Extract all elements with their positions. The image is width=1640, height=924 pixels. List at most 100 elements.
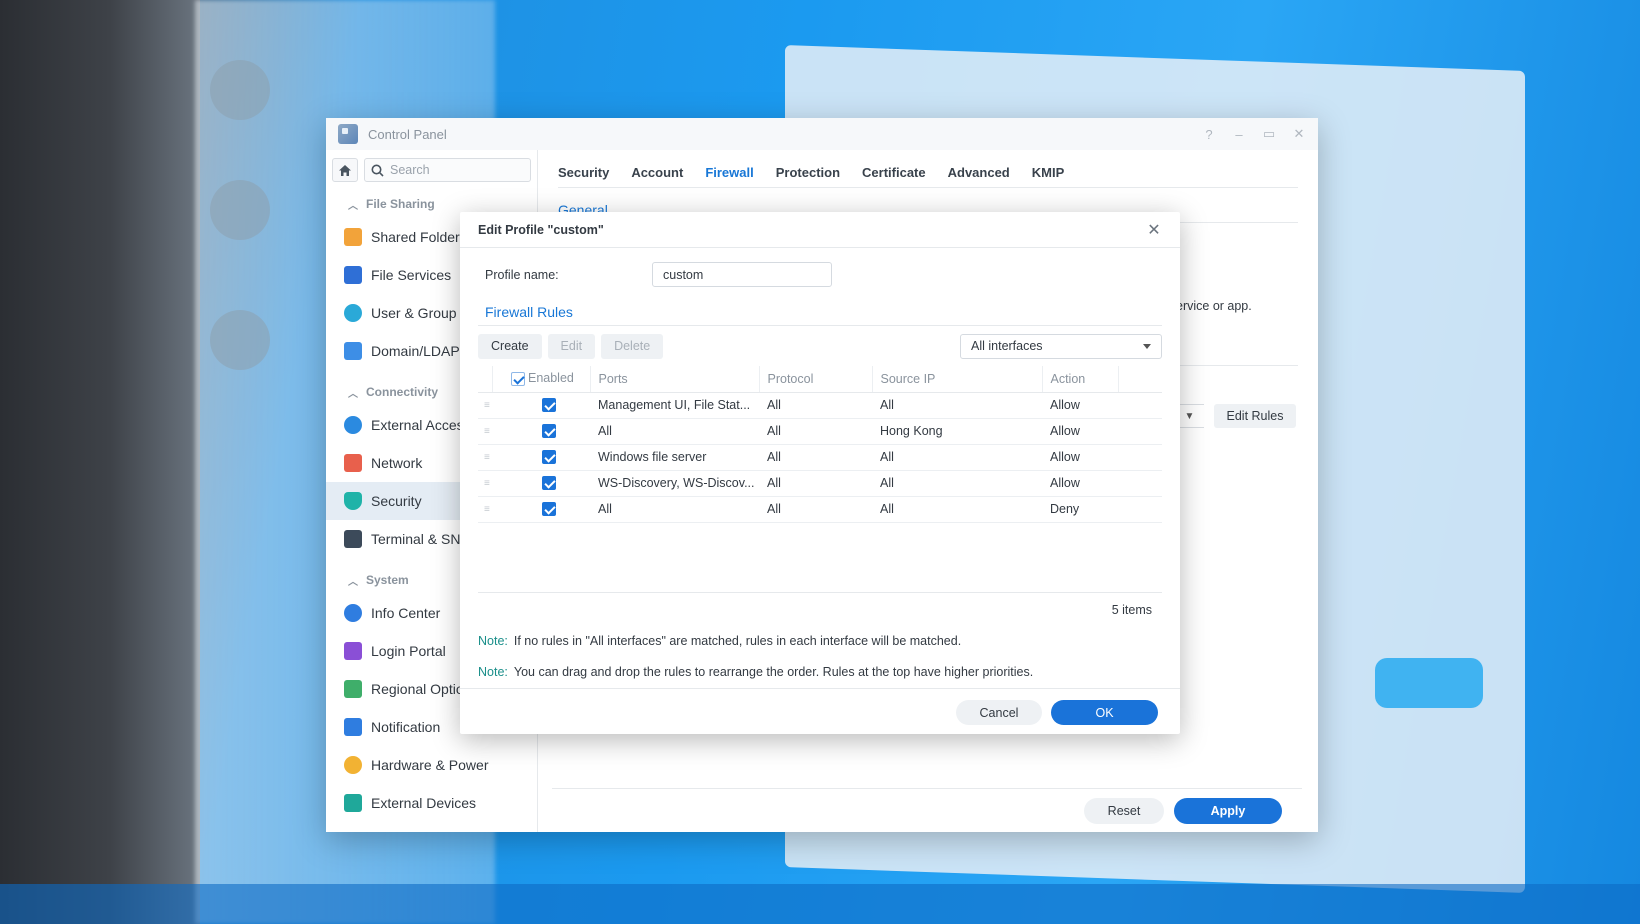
apply-button[interactable]: Apply: [1174, 798, 1282, 824]
note-label: Note:: [478, 665, 508, 679]
table-header-row: Enabled Ports Protocol Source IP Action: [478, 366, 1162, 393]
rule-enabled-checkbox[interactable]: [542, 424, 556, 439]
table-row[interactable]: ≡ Windows file server All All Allow: [478, 444, 1162, 471]
spacer-column-header: [1118, 366, 1162, 393]
minimize-icon[interactable]: –: [1232, 127, 1246, 142]
drag-handle-icon[interactable]: ≡: [478, 392, 492, 419]
ok-button[interactable]: OK: [1051, 700, 1158, 725]
search-input[interactable]: [390, 163, 510, 177]
terminal-icon: [344, 530, 362, 548]
sidebar-item-hardware-power[interactable]: Hardware & Power: [326, 746, 537, 784]
help-icon[interactable]: ?: [1202, 127, 1216, 142]
items-count: 5 items: [1111, 603, 1152, 617]
rule-protocol: All: [759, 470, 872, 497]
firewall-rules-title: Firewall Rules: [485, 304, 573, 320]
rule-action: Deny: [1042, 496, 1118, 523]
note-label: Note:: [478, 634, 508, 648]
interface-select-value: All interfaces: [971, 339, 1043, 353]
rule-ports: All: [590, 418, 759, 445]
tab-account[interactable]: Account: [631, 159, 683, 186]
chevron-up-icon: ︿: [348, 388, 358, 400]
chevron-down-icon: ▼: [1184, 410, 1195, 422]
rule-source-ip: All: [872, 496, 1042, 523]
drag-handle-icon[interactable]: ≡: [478, 470, 492, 497]
rule-action: Allow: [1042, 470, 1118, 497]
rule-ports: All: [590, 496, 759, 523]
reset-button[interactable]: Reset: [1084, 798, 1164, 824]
edit-button[interactable]: Edit: [547, 333, 596, 359]
chevron-up-icon: ︿: [348, 200, 358, 212]
domain-ldap-icon: [344, 342, 362, 360]
info-icon: [344, 604, 362, 622]
drag-column-header: [478, 366, 493, 393]
divider: [552, 788, 1302, 789]
maximize-icon[interactable]: ▭: [1262, 126, 1276, 142]
rule-enabled-checkbox[interactable]: [542, 476, 556, 491]
drag-handle-icon[interactable]: ≡: [478, 444, 492, 471]
action-column-header[interactable]: Action: [1042, 366, 1119, 393]
rule-ports: WS-Discovery, WS-Discov...: [590, 470, 759, 497]
edit-profile-dialog: Edit Profile "custom" ✕ Profile name: Fi…: [460, 212, 1180, 734]
external-devices-icon: [344, 794, 362, 812]
background-blur-circle: [210, 60, 270, 120]
enabled-column-header[interactable]: Enabled: [492, 366, 591, 393]
divider: [478, 592, 1162, 593]
create-button[interactable]: Create: [478, 333, 542, 359]
login-portal-icon: [344, 642, 362, 660]
lightbulb-icon: [344, 756, 362, 774]
window-title: Control Panel: [368, 126, 447, 142]
dialog-titlebar[interactable]: Edit Profile "custom" ✕: [460, 212, 1180, 248]
chevron-up-icon: ︿: [348, 576, 358, 588]
rule-protocol: All: [759, 392, 872, 419]
rule-protocol: All: [759, 418, 872, 445]
background-monitor-edge: [0, 0, 200, 924]
edit-rules-button[interactable]: Edit Rules: [1214, 404, 1296, 428]
rule-enabled-checkbox[interactable]: [542, 450, 556, 465]
delete-button[interactable]: Delete: [601, 333, 664, 359]
drag-handle-icon[interactable]: ≡: [478, 418, 492, 445]
rule-protocol: All: [759, 444, 872, 471]
home-button[interactable]: [332, 158, 358, 182]
profile-name-input[interactable]: [652, 262, 832, 287]
tab-advanced[interactable]: Advanced: [948, 159, 1010, 186]
window-titlebar[interactable]: Control Panel ? – ▭ ✕: [326, 118, 1318, 150]
tab-security[interactable]: Security: [558, 159, 609, 186]
user-group-icon: [344, 304, 362, 322]
close-icon[interactable]: ✕: [1146, 220, 1162, 240]
note-interfaces: Note: If no rules in "All interfaces" are…: [478, 634, 961, 648]
table-row[interactable]: ≡ All All Hong Kong Allow: [478, 418, 1162, 445]
home-icon: [339, 164, 351, 176]
background-blur-circle: [210, 310, 270, 370]
table-row[interactable]: ≡ WS-Discovery, WS-Discov... All All All…: [478, 470, 1162, 497]
external-access-icon: [344, 416, 362, 434]
search-box[interactable]: [364, 158, 531, 182]
close-icon[interactable]: ✕: [1292, 126, 1306, 142]
rule-source-ip: All: [872, 470, 1042, 497]
rule-enabled-checkbox[interactable]: [542, 398, 556, 413]
rule-protocol: All: [759, 496, 872, 523]
chevron-down-icon: [1143, 343, 1151, 349]
shield-icon: [344, 492, 362, 510]
interface-select[interactable]: All interfaces: [960, 333, 1162, 359]
tab-firewall[interactable]: Firewall: [705, 159, 753, 186]
tab-certificate[interactable]: Certificate: [862, 159, 926, 186]
cancel-button[interactable]: Cancel: [956, 700, 1042, 725]
sidebar-item-external-devices[interactable]: External Devices: [326, 784, 537, 822]
table-row[interactable]: ≡ All All All Deny: [478, 496, 1162, 523]
tab-kmip[interactable]: KMIP: [1032, 159, 1065, 186]
rule-ports: Management UI, File Stat...: [590, 392, 759, 419]
background-blur-circle: [210, 180, 270, 240]
background-taskbar: [0, 884, 1640, 924]
rule-enabled-checkbox[interactable]: [542, 502, 556, 517]
note-text: If no rules in "All interfaces" are matc…: [513, 634, 962, 648]
tab-protection[interactable]: Protection: [776, 159, 840, 186]
background-blurred-button: [1375, 658, 1483, 708]
source-ip-column-header[interactable]: Source IP: [872, 366, 1043, 393]
tab-bar: Security Account Firewall Protection Cer…: [558, 158, 1298, 188]
note-drag-drop: Note: You can drag and drop the rules to …: [478, 665, 1033, 679]
table-row[interactable]: ≡ Management UI, File Stat... All All Al…: [478, 392, 1162, 419]
select-all-checkbox[interactable]: [510, 372, 525, 387]
drag-handle-icon[interactable]: ≡: [478, 496, 492, 523]
protocol-column-header[interactable]: Protocol: [759, 366, 873, 393]
ports-column-header[interactable]: Ports: [590, 366, 760, 393]
